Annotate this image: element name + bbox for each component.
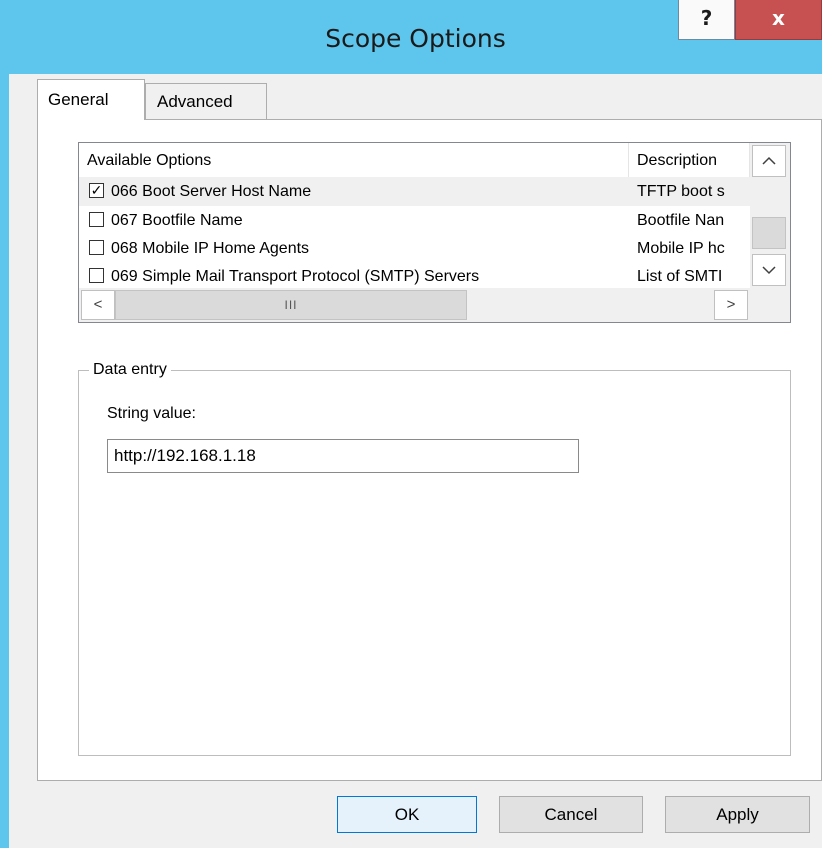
option-description: List of SMTI: [637, 268, 723, 285]
scope-options-dialog: Scope Options ? x General Advanced Avail…: [9, 0, 822, 848]
scrollbar-corner: [750, 288, 790, 322]
list-item[interactable]: 068 Mobile IP Home Agents Mobile IP hc: [79, 234, 750, 263]
title-bar[interactable]: Scope Options ? x: [9, 0, 822, 74]
option-name: 068 Mobile IP Home Agents: [111, 240, 310, 257]
string-value-label: String value:: [107, 405, 196, 422]
list-header: Available Options Description: [79, 143, 790, 178]
general-tab-panel: Available Options Description ✓ 066 Boot…: [37, 119, 822, 781]
dialog-client-area: General Advanced Available Options Descr…: [9, 74, 822, 848]
column-header-description[interactable]: Description: [629, 143, 750, 177]
tab-advanced[interactable]: Advanced: [145, 83, 267, 119]
string-value-input[interactable]: [107, 439, 579, 473]
close-button[interactable]: x: [735, 0, 822, 40]
tab-general[interactable]: General: [37, 79, 145, 120]
list-item[interactable]: 069 Simple Mail Transport Protocol (SMTP…: [79, 262, 750, 291]
scroll-right-button[interactable]: >: [714, 290, 748, 320]
chevron-up-icon: [762, 156, 776, 165]
option-checkbox[interactable]: [89, 268, 104, 283]
help-button[interactable]: ?: [678, 0, 735, 40]
option-name: 069 Simple Mail Transport Protocol (SMTP…: [111, 268, 480, 285]
option-description: Bootfile Nan: [637, 212, 725, 229]
option-checkbox[interactable]: [89, 240, 104, 255]
scroll-left-button[interactable]: <: [81, 290, 115, 320]
tab-general-label: General: [48, 90, 109, 109]
option-name: 067 Bootfile Name: [111, 212, 243, 229]
option-description: Mobile IP hc: [637, 240, 725, 257]
vertical-scroll-thumb[interactable]: [752, 217, 786, 249]
option-name: 066 Boot Server Host Name: [111, 183, 312, 200]
ok-button[interactable]: OK: [337, 796, 477, 833]
apply-button[interactable]: Apply: [665, 796, 810, 833]
list-item[interactable]: ✓ 066 Boot Server Host Name TFTP boot s: [79, 177, 750, 206]
cancel-button[interactable]: Cancel: [499, 796, 643, 833]
horizontal-scrollbar[interactable]: < III >: [79, 288, 750, 322]
tab-advanced-label: Advanced: [157, 92, 233, 111]
option-checkbox[interactable]: ✓: [89, 183, 104, 198]
horizontal-scroll-thumb[interactable]: III: [115, 290, 467, 320]
scroll-up-button[interactable]: [752, 145, 786, 177]
list-item[interactable]: 067 Bootfile Name Bootfile Nan: [79, 206, 750, 235]
available-options-list[interactable]: Available Options Description ✓ 066 Boot…: [78, 142, 791, 323]
data-entry-group: Data entry String value:: [78, 359, 791, 756]
chevron-down-icon: [762, 266, 776, 275]
vertical-scrollbar[interactable]: [750, 143, 790, 288]
option-description: TFTP boot s: [637, 183, 725, 200]
data-entry-legend: Data entry: [89, 359, 171, 381]
scroll-down-button[interactable]: [752, 254, 786, 286]
option-checkbox[interactable]: [89, 212, 104, 227]
column-header-available-options[interactable]: Available Options: [79, 143, 629, 177]
